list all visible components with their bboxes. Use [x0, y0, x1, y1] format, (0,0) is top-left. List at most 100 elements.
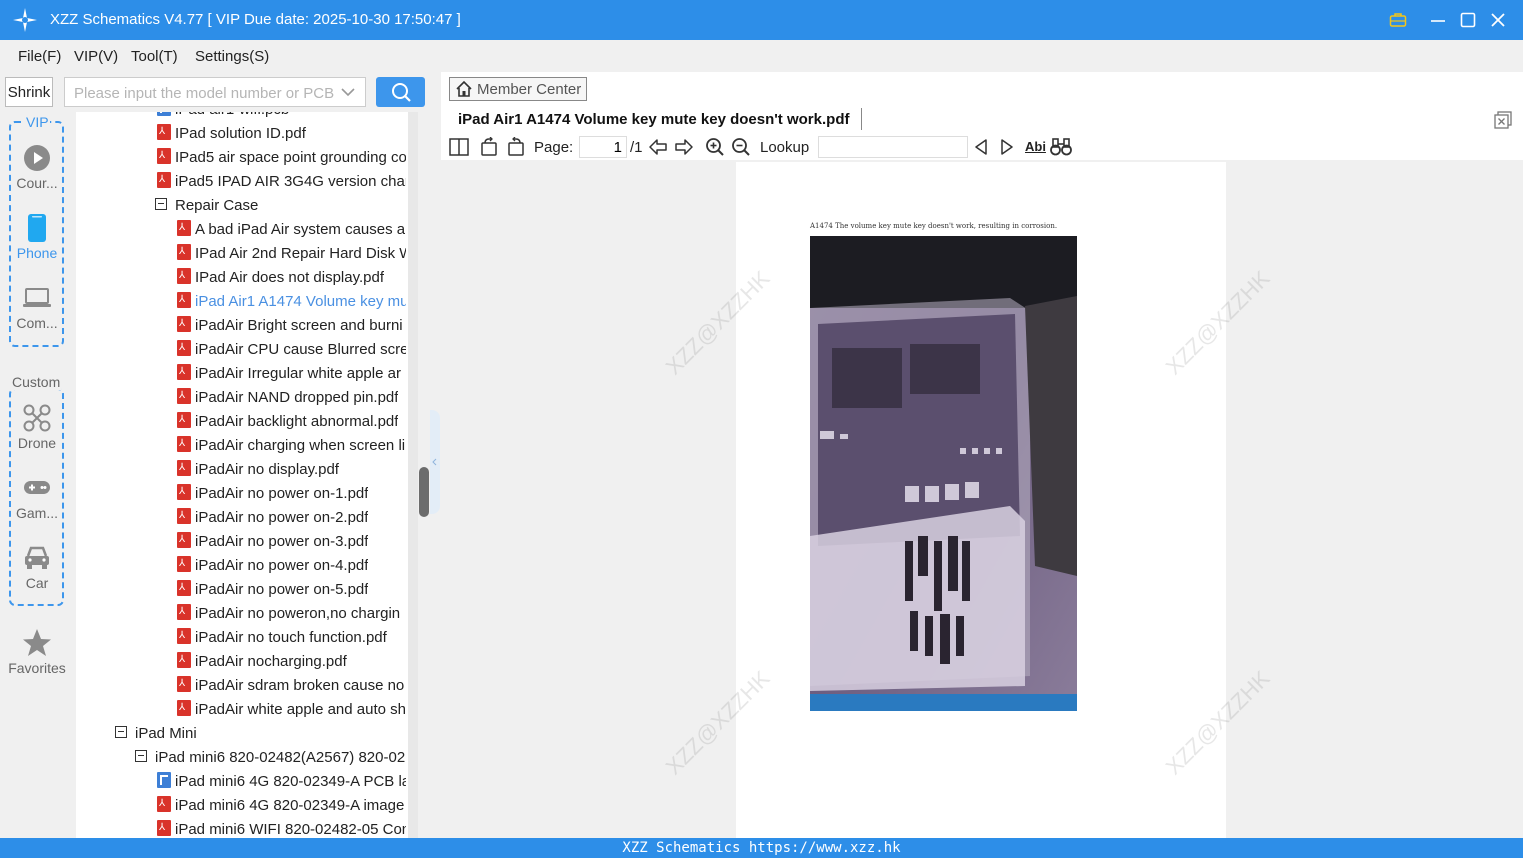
- tree-file[interactable]: iPadAir Bright screen and burni: [177, 314, 403, 338]
- find-next-icon[interactable]: [998, 137, 1016, 157]
- search-button[interactable]: [376, 77, 425, 107]
- rail-label: Car: [25, 575, 49, 591]
- status-bar: XZZ Schematics https://www.xzz.hk: [0, 838, 1523, 858]
- home-icon: [456, 80, 472, 97]
- tree-file[interactable]: IPad Air 2nd Repair Hard Disk W: [177, 242, 406, 266]
- pdf-file-icon: [177, 458, 191, 480]
- lookup-input[interactable]: [818, 136, 968, 158]
- tree-folder[interactable]: Repair Case: [155, 194, 258, 218]
- rail-item-car[interactable]: Car: [0, 543, 74, 609]
- tree-file[interactable]: iPadAir no power on-2.pdf: [177, 506, 368, 530]
- rail-item-drone[interactable]: Drone: [0, 403, 74, 469]
- menu-tool[interactable]: Tool(T): [131, 48, 178, 65]
- pdf-file-icon: [177, 578, 191, 600]
- laptop-icon: [22, 283, 52, 313]
- binoculars-icon[interactable]: [1050, 137, 1072, 157]
- tree-file[interactable]: iPadAir no power on-5.pdf: [177, 578, 368, 602]
- tree-file[interactable]: IPad Air does not display.pdf: [177, 266, 384, 290]
- pdf-file-icon: [177, 362, 191, 384]
- tree-file[interactable]: iPad5 IPAD AIR 3G4G version chan: [157, 170, 406, 194]
- tree-file[interactable]: iPadAir sdram broken cause no: [177, 674, 404, 698]
- tree-file[interactable]: iPadAir no power on-3.pdf: [177, 530, 368, 554]
- find-prev-icon[interactable]: [972, 137, 990, 157]
- tree-file[interactable]: iPadAir no touch function.pdf: [177, 626, 387, 650]
- shrink-button[interactable]: Shrink: [5, 77, 53, 107]
- rail-item-favorites[interactable]: Favorites: [0, 628, 74, 694]
- close-button[interactable]: [1486, 8, 1510, 32]
- tree-file[interactable]: A bad iPad Air system causes a: [177, 218, 405, 242]
- tree-file[interactable]: iPad mini6 WIFI 820-02482-05 Con: [157, 818, 406, 838]
- tree-file[interactable]: iPadAir no display.pdf: [177, 458, 339, 482]
- rotate-right-icon[interactable]: [506, 137, 526, 157]
- tree-folder[interactable]: iPad Mini: [115, 722, 197, 746]
- pcb-file-icon: [157, 772, 171, 788]
- rail-item-computer[interactable]: Com...: [0, 283, 74, 349]
- custom-group-label: Custom: [11, 374, 62, 390]
- tree-file[interactable]: iPadAir CPU cause Blurred scree: [177, 338, 406, 362]
- menu-settings[interactable]: Settings(S): [195, 48, 269, 65]
- pdf-file-icon: [177, 434, 191, 456]
- menu-file[interactable]: File(F): [18, 48, 61, 65]
- tree-file[interactable]: iPadAir no power on-1.pdf: [177, 482, 368, 506]
- collapse-handle[interactable]: [430, 410, 440, 514]
- tree-file[interactable]: IPad solution ID.pdf: [157, 122, 306, 146]
- chevron-down-icon[interactable]: [339, 83, 357, 101]
- tree-folder[interactable]: iPad mini6 820-02482(A2567) 820-02: [135, 746, 405, 770]
- pdf-file-icon: [177, 314, 191, 336]
- collapse-icon[interactable]: [135, 750, 147, 762]
- tree-item-label: iPad Mini: [135, 725, 197, 742]
- tree-file[interactable]: iPadAir charging when screen li: [177, 434, 405, 458]
- tree-item-label: iPadAir nocharging.pdf: [195, 653, 347, 670]
- tree-item-label: IPad solution ID.pdf: [175, 125, 306, 142]
- next-page-icon[interactable]: [674, 137, 694, 157]
- rail-item-phone[interactable]: Phone: [0, 213, 74, 279]
- maximize-button[interactable]: [1456, 8, 1480, 32]
- close-tab-icon[interactable]: [1494, 111, 1512, 129]
- tree-item-label: iPad mini6 820-02482(A2567) 820-02: [155, 749, 406, 766]
- tree-file[interactable]: iPadAir NAND dropped pin.pdf: [177, 386, 398, 410]
- document-tab[interactable]: iPad Air1 A1474 Volume key mute key does…: [458, 111, 849, 128]
- tree-file[interactable]: iPadAir no poweron,no chargin: [177, 602, 400, 626]
- collapse-icon[interactable]: [115, 726, 127, 738]
- rail-label: Drone: [17, 435, 57, 451]
- tree-scrollbar-thumb[interactable]: [419, 467, 429, 517]
- lookup-label: Lookup: [760, 139, 810, 156]
- tree-file[interactable]: iPadAir backlight abnormal.pdf: [177, 410, 398, 434]
- match-case-toggle[interactable]: Abi: [1025, 139, 1046, 154]
- prev-page-icon[interactable]: [648, 137, 668, 157]
- tree-file[interactable]: iPadAir nocharging.pdf: [177, 650, 347, 674]
- tree-item-label: iPadAir no poweron,no chargin: [195, 605, 401, 622]
- menu-vip[interactable]: VIP(V): [74, 48, 118, 65]
- minimize-button[interactable]: [1426, 8, 1450, 32]
- search-icon: [391, 83, 411, 102]
- tree-file[interactable]: iPad mini6 4G 820-02349-A image: [157, 794, 404, 818]
- tree-item-label: iPadAir no power on-2.pdf: [195, 509, 369, 526]
- page-number-input[interactable]: [579, 136, 627, 158]
- tree-file[interactable]: iPad Air1 A1474 Volume key mu: [177, 290, 406, 314]
- tree-item-label: iPad mini6 4G 820-02349-A image: [175, 797, 405, 814]
- rotate-left-icon[interactable]: [479, 137, 499, 157]
- collapse-icon[interactable]: [155, 198, 167, 210]
- member-center-button[interactable]: Member Center: [449, 77, 587, 101]
- tree-item-label: Repair Case: [175, 197, 259, 214]
- tree-file[interactable]: iPadAir white apple and auto sh: [177, 698, 406, 722]
- tree-item-label: iPadAir backlight abnormal.pdf: [195, 413, 399, 430]
- rail-item-games[interactable]: Gam...: [0, 473, 74, 539]
- briefcase-icon[interactable]: [1386, 8, 1410, 32]
- zoom-out-icon[interactable]: [731, 137, 751, 157]
- dual-page-icon[interactable]: [449, 137, 469, 157]
- pdf-file-icon: [157, 794, 171, 816]
- tree-item-label: iPadAir no power on-3.pdf: [195, 533, 369, 550]
- tree-file[interactable]: IPad5 air space point grounding co: [157, 146, 406, 170]
- tree-file[interactable]: iPadAir no power on-4.pdf: [177, 554, 368, 578]
- member-center-label: Member Center: [477, 80, 582, 98]
- tree-file[interactable]: iPadAir Irregular white apple ar: [177, 362, 401, 386]
- rail-item-courses[interactable]: Cour...: [0, 143, 74, 209]
- tree-scrollbar-track[interactable]: [408, 112, 418, 838]
- rail-label: Gam...: [15, 505, 58, 521]
- search-input[interactable]: [66, 79, 336, 107]
- zoom-in-icon[interactable]: [705, 137, 725, 157]
- tree-item-label: iPadAir no touch function.pdf: [195, 629, 387, 646]
- tree-file[interactable]: iPad mini6 4G 820-02349-A PCB la: [157, 770, 406, 794]
- tree-item-label: IPad5 air space point grounding co: [175, 149, 406, 166]
